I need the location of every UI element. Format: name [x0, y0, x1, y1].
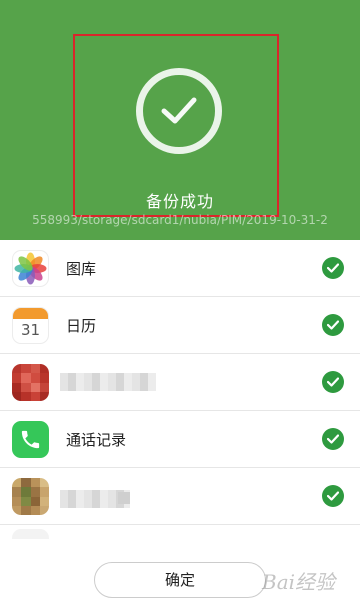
photos-icon: [12, 250, 49, 287]
list-item-label: 图库: [66, 260, 97, 278]
list-item-label: 日历: [66, 317, 97, 335]
list-item-call-log[interactable]: 通话记录: [0, 411, 360, 468]
checked-icon[interactable]: [322, 314, 344, 336]
watermark-text: Bai经验: [262, 570, 336, 594]
blurred-app-icon: [12, 478, 49, 515]
phone-icon: [12, 421, 49, 458]
list-item-label: 通话记录: [66, 431, 127, 449]
list-item-gallery[interactable]: 图库: [0, 240, 360, 297]
list-item-calendar[interactable]: 31 日历: [0, 297, 360, 354]
confirm-button[interactable]: 确定: [94, 562, 266, 598]
list-item-blurred-1[interactable]: [0, 354, 360, 411]
calendar-header-strip: [13, 308, 48, 319]
checked-icon[interactable]: [322, 428, 344, 450]
checked-icon[interactable]: [322, 257, 344, 279]
checked-icon[interactable]: [322, 485, 344, 507]
blurred-label: [60, 373, 156, 391]
checked-icon[interactable]: [322, 371, 344, 393]
app-icon: [12, 529, 49, 539]
success-header: 备份成功 558993/storage/sdcard1/nubia/PIM/20…: [0, 0, 360, 240]
backup-item-list: 图库 31 日历 通话记录: [0, 240, 360, 539]
calendar-icon: 31: [12, 307, 49, 344]
success-text: 备份成功: [145, 192, 214, 211]
blurred-app-icon: [12, 364, 49, 401]
watermark: Bai经验: [246, 562, 356, 598]
checkmark-ring-icon: [136, 68, 222, 154]
calendar-day-number: 31: [20, 321, 41, 339]
blurred-label: [118, 492, 130, 504]
list-item-partial: [0, 525, 360, 539]
backup-path: 558993/storage/sdcard1/nubia/PIM/2019-10…: [32, 213, 328, 227]
list-item-blurred-2[interactable]: [0, 468, 360, 525]
